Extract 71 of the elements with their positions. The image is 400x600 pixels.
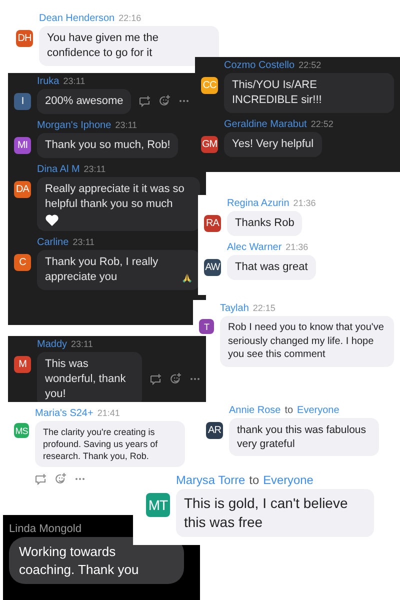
avatar: DH xyxy=(16,30,33,47)
avatar: M xyxy=(14,356,31,373)
timestamp: 22:15 xyxy=(252,303,276,313)
timestamp: 23:11 xyxy=(71,339,93,349)
to-label: to xyxy=(284,405,294,416)
message-text: Thank you Rob, I really appreciate you xyxy=(45,255,160,286)
timestamp: 23:11 xyxy=(72,237,95,248)
sender-name: Carline xyxy=(37,237,69,248)
timestamp: 22:52 xyxy=(310,118,334,129)
heart-icon xyxy=(45,214,59,226)
sender-name: Alec Warner xyxy=(227,242,282,253)
sender-name: Annie Rose xyxy=(229,405,281,416)
avatar: C xyxy=(14,254,31,272)
message-text: That was great xyxy=(235,260,308,275)
avatar: RA xyxy=(204,215,221,232)
message-text: Working towards coaching. Thank you xyxy=(19,543,140,578)
recipient-name: Everyone xyxy=(297,405,340,416)
smiley-icon[interactable] xyxy=(170,373,182,386)
avatar: T xyxy=(199,319,214,334)
message-text: Rob I need you to know that you've seriously changed my life. I hope you see this comment xyxy=(228,321,385,362)
avatar: MT xyxy=(146,493,170,517)
sender-name: Maria's S24+ xyxy=(35,408,94,419)
comment-icon[interactable] xyxy=(139,96,152,107)
timestamp: 23:11 xyxy=(115,120,138,130)
timestamp: 23:11 xyxy=(84,164,106,174)
message-text: thank you this was fabulous very grateful xyxy=(237,423,367,452)
sender-name: Taylah xyxy=(220,303,249,314)
sender-name: Iruka xyxy=(37,76,60,87)
sender-name: Morgan's Iphone xyxy=(37,120,112,131)
timestamp: 22:52 xyxy=(298,60,322,70)
avatar: MI xyxy=(14,136,31,154)
more-icon[interactable] xyxy=(179,99,190,104)
more-icon[interactable] xyxy=(75,477,85,482)
avatar: I xyxy=(14,93,31,110)
message-text: 200% awesome xyxy=(45,94,124,109)
sender-name: Dean Henderson xyxy=(39,13,115,24)
smiley-icon[interactable] xyxy=(159,95,172,108)
avatar: MS xyxy=(14,423,29,438)
sender-name: Regina Azurin xyxy=(227,198,290,209)
message-text: Really appreciate it it was so helpful thank you so much xyxy=(45,182,186,212)
message-text: Thank you so much, Rob! xyxy=(45,138,170,153)
message-text: This/YOU Is/ARE INCREDIBLE sir!!! xyxy=(232,78,323,108)
to-label: to xyxy=(249,473,260,487)
avatar: GM xyxy=(201,136,218,153)
timestamp: 21:36 xyxy=(293,198,316,208)
recipient-name: Everyone xyxy=(263,473,314,487)
sender-name: Geraldine Marabut xyxy=(224,118,307,130)
timestamp: 23:11 xyxy=(63,76,86,86)
message-text: Thanks Rob xyxy=(235,216,294,231)
message-text: This was wonderful, thank you! xyxy=(45,357,127,402)
message-text: You have given me the confidence to go for it xyxy=(47,31,160,61)
message-text: This is gold, I can't believe this was free xyxy=(184,494,349,532)
avatar: DA xyxy=(14,180,31,198)
comment-icon[interactable] xyxy=(35,474,47,485)
sender-name: Maddy xyxy=(37,339,68,350)
sender-name: Dina Al M xyxy=(37,164,80,175)
avatar: AR xyxy=(206,422,223,438)
sender-name: Cozmo Costello xyxy=(224,60,295,71)
timestamp: 21:36 xyxy=(286,242,308,252)
timestamp: 22:16 xyxy=(118,13,142,23)
more-icon[interactable] xyxy=(190,377,200,382)
sender-name: Marysa Torre xyxy=(176,473,246,487)
sender-name: Linda Mongold xyxy=(9,523,82,535)
message-text: Yes! Very helpful xyxy=(232,136,314,152)
smiley-icon[interactable] xyxy=(55,473,67,486)
message-text: The clarity you're creating is profound. Saving us years of research. Thank you, Rob. xyxy=(43,426,159,462)
comment-icon[interactable] xyxy=(150,374,162,385)
avatar: AW xyxy=(204,258,221,276)
avatar: CC xyxy=(201,77,218,94)
timestamp: 21:41 xyxy=(97,408,120,418)
praying-hands-icon xyxy=(182,272,192,286)
